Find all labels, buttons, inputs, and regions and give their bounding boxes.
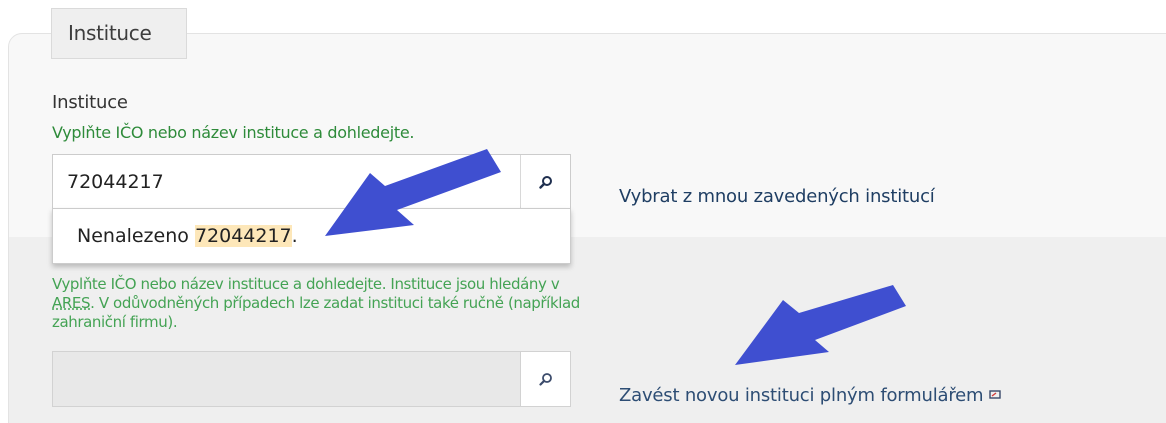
search-result-item[interactable]: Nenalezeno 72044217. — [52, 208, 571, 264]
select-existing-link[interactable]: Vybrat z mnou zavedených institucí — [619, 186, 935, 207]
result-prefix: Nenalezeno — [77, 225, 195, 247]
create-new-institution-link[interactable]: Zavést novou instituci plným formulářem — [619, 385, 1002, 406]
external-link-icon — [989, 390, 1002, 399]
search-icon — [538, 175, 552, 189]
institution-label: Instituce — [52, 92, 128, 113]
section-legend: Instituce — [51, 8, 187, 59]
search-icon — [538, 373, 552, 386]
help-text-part1: Vyplňte IČO nebo název instituce a dohle… — [52, 275, 560, 293]
manual-search-button[interactable] — [520, 352, 570, 406]
institution-search-input[interactable] — [53, 155, 523, 208]
help-text-part2: . V odůvodněných případech lze zadat ins… — [52, 294, 580, 331]
result-suffix: . — [291, 225, 298, 247]
result-match-highlight: 72044217 — [194, 225, 292, 247]
manual-search-input[interactable] — [53, 352, 521, 406]
institution-search-button[interactable] — [520, 155, 570, 208]
institution-hint: Vyplňte IČO nebo název instituce a dohle… — [52, 123, 415, 142]
manual-search-box — [52, 351, 571, 407]
institution-search-box — [52, 154, 571, 209]
create-new-institution-label: Zavést novou instituci plným formulářem — [619, 385, 984, 406]
ares-link[interactable]: ARES — [52, 294, 90, 312]
help-text: Vyplňte IČO nebo název instituce a dohle… — [52, 275, 582, 332]
stage: Instituce Instituce Vyplňte IČO nebo náz… — [0, 0, 1166, 423]
